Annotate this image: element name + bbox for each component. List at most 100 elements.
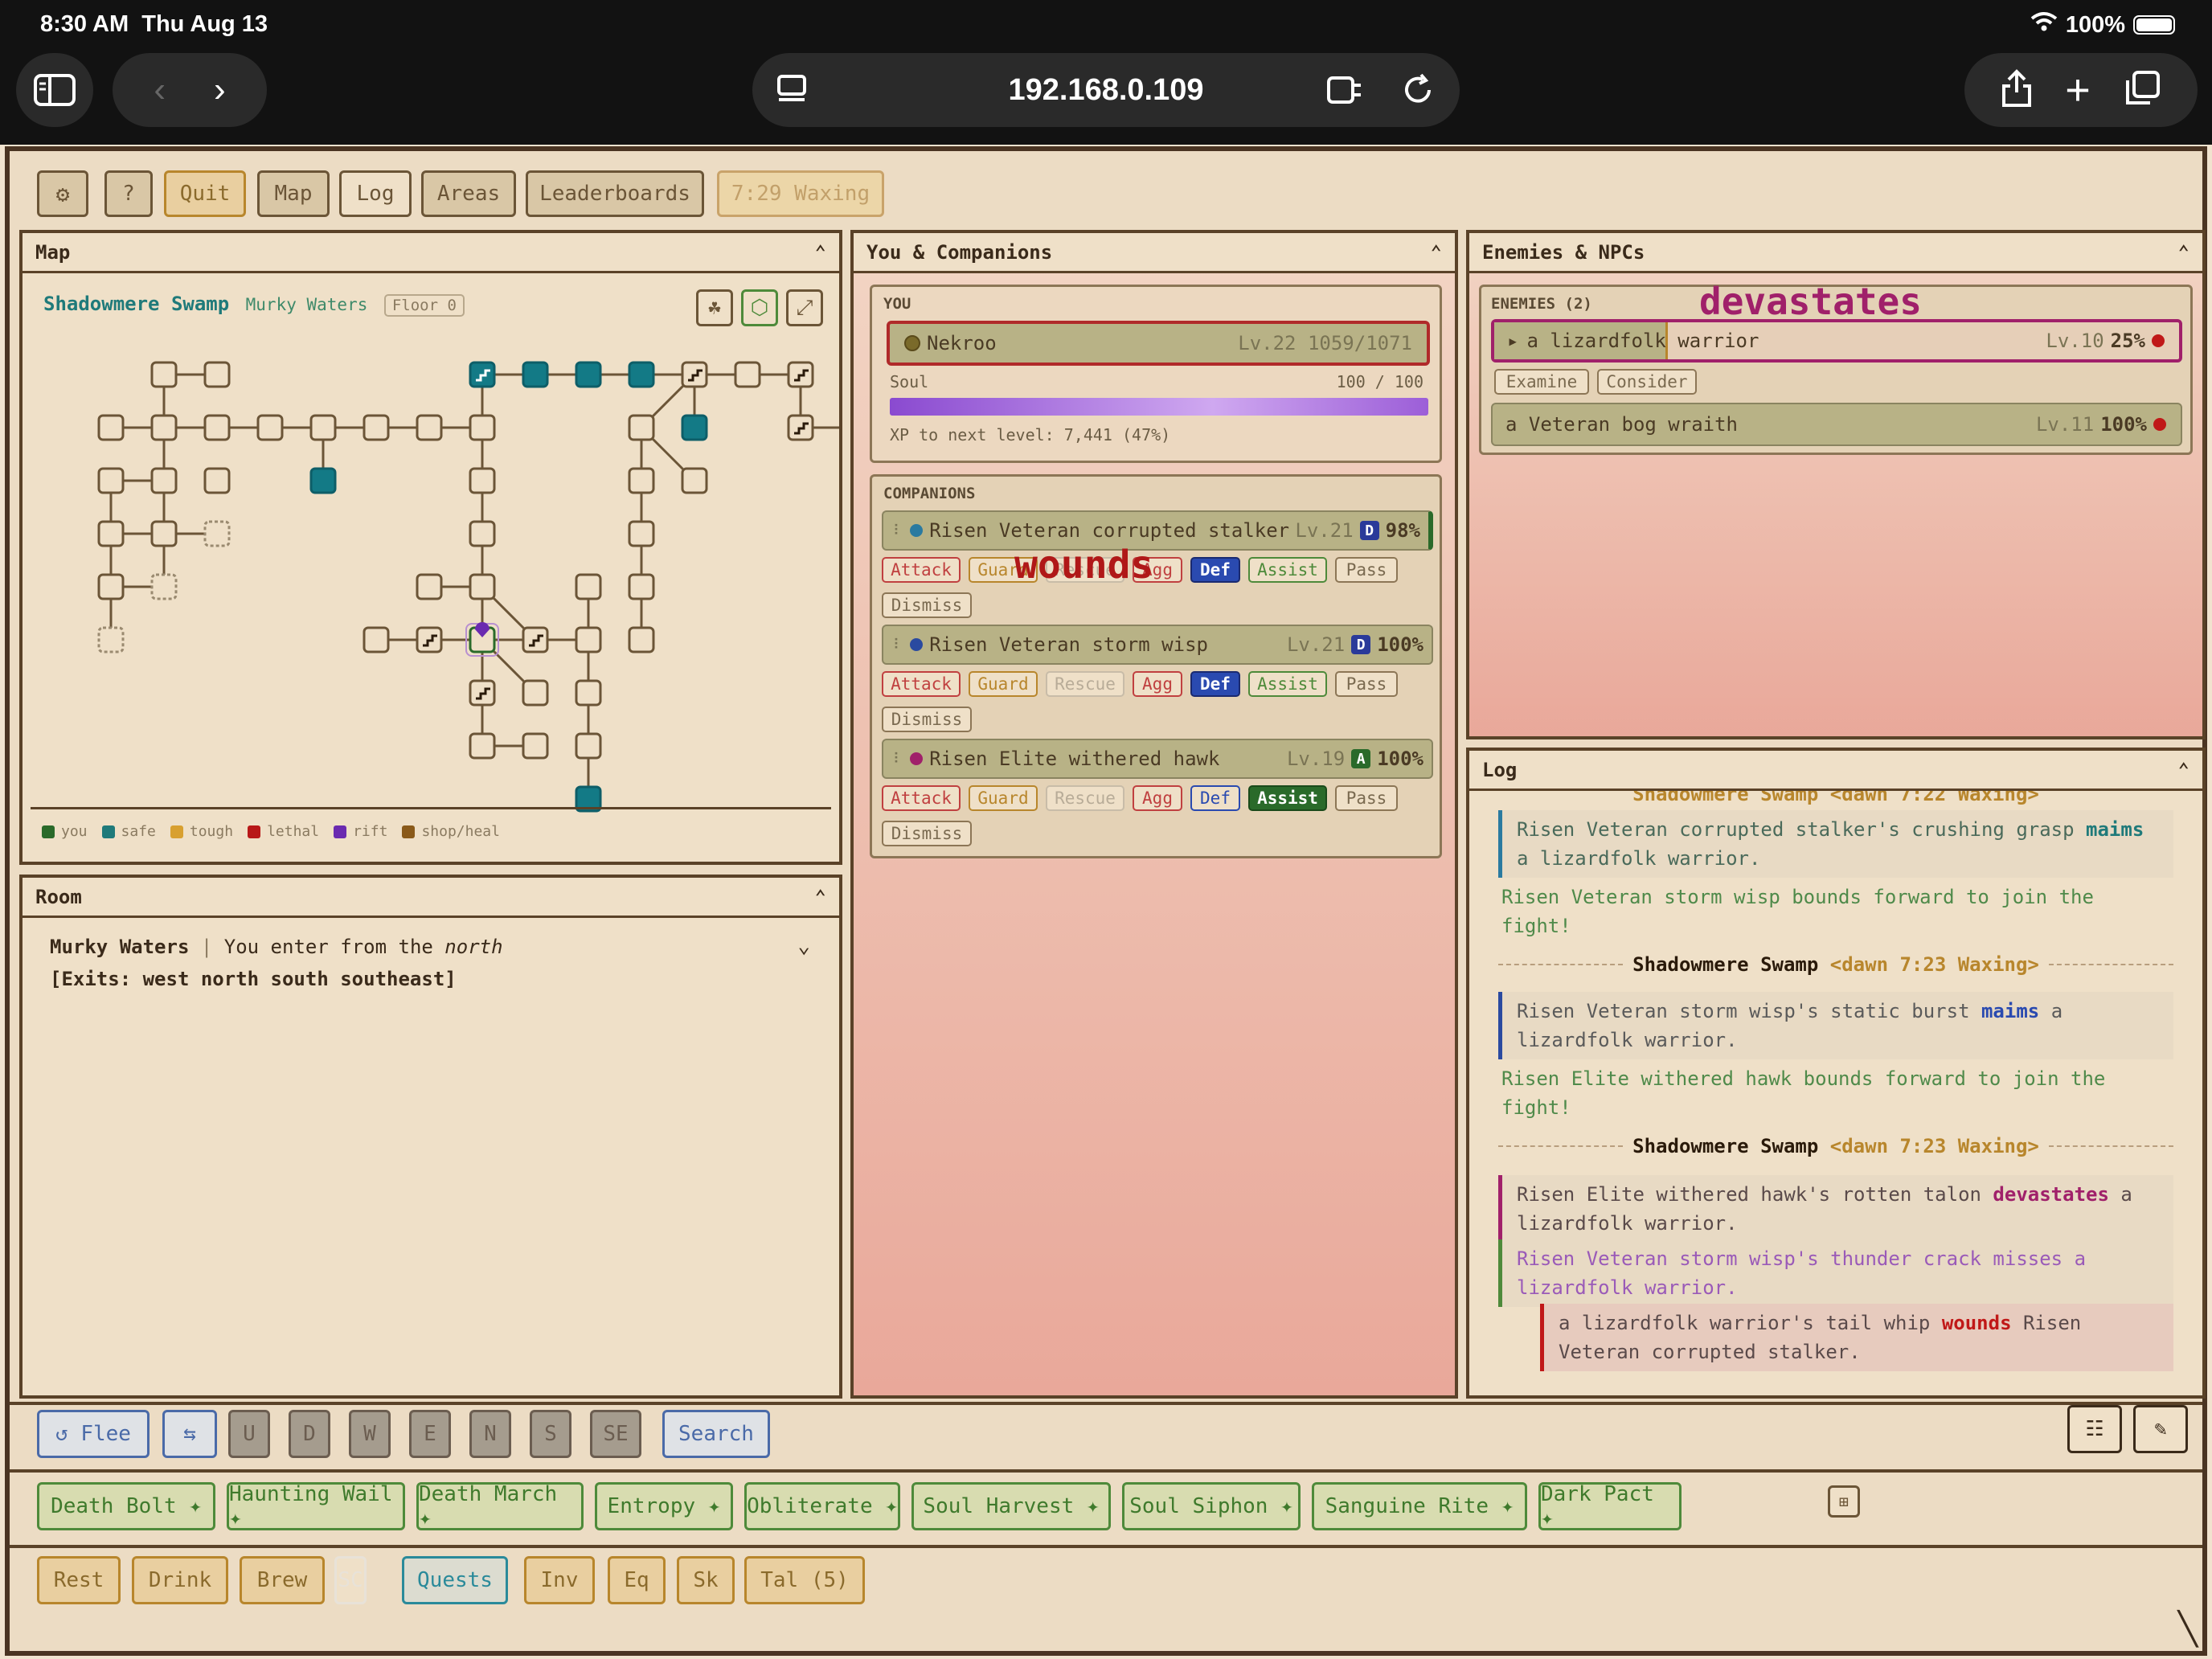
layout-grid-button[interactable]: ☷ (2067, 1405, 2122, 1453)
chevron-down-icon[interactable]: ⌄ (797, 934, 810, 958)
map-room[interactable] (97, 573, 125, 600)
skills-button[interactable]: Sk (677, 1556, 735, 1604)
drag-handle-icon[interactable]: ⠇ (893, 637, 903, 653)
map-room[interactable] (150, 361, 178, 388)
skill-button[interactable]: Death Bolt ✦ (37, 1482, 215, 1530)
companion-row[interactable]: ⠇ Risen Elite withered hawk Lv.19 A 100% (882, 739, 1433, 779)
skill-button[interactable]: Soul Harvest ✦ (911, 1482, 1111, 1530)
map-room[interactable] (575, 732, 602, 760)
reader-icon[interactable] (1326, 74, 1363, 110)
tabs-icon[interactable] (2123, 69, 2161, 112)
examine-button[interactable]: Examine (1494, 369, 1589, 395)
direction-u-button[interactable]: U (228, 1410, 270, 1458)
direction-d-button[interactable]: D (289, 1410, 330, 1458)
map-room[interactable] (734, 361, 761, 388)
enemies-panel-header[interactable]: Enemies & NPCs ⌃ (1469, 233, 2202, 273)
direction-n-button[interactable]: N (469, 1410, 511, 1458)
def-button[interactable]: Def (1190, 785, 1240, 811)
attack-button[interactable]: Attack (882, 785, 961, 811)
def-button[interactable]: Def (1190, 557, 1240, 583)
log-panel-header[interactable]: Log ⌃ (1469, 751, 2202, 791)
map-room[interactable] (522, 361, 549, 388)
sc-button[interactable]: SC (334, 1556, 367, 1604)
swap-button[interactable]: ⇆ (162, 1410, 217, 1458)
map-room[interactable] (97, 626, 125, 653)
map-room[interactable] (628, 626, 655, 653)
quests-button[interactable]: Quests (402, 1556, 508, 1604)
consider-button[interactable]: Consider (1597, 369, 1697, 395)
areas-button[interactable]: Areas (421, 170, 516, 217)
quit-button[interactable]: Quit (164, 170, 246, 217)
share-icon[interactable] (2001, 68, 2033, 113)
help-button[interactable]: ? (104, 170, 153, 217)
reload-icon[interactable] (1400, 72, 1436, 112)
map-room[interactable] (469, 467, 496, 494)
map-room[interactable] (363, 414, 390, 441)
direction-s-button[interactable]: S (530, 1410, 571, 1458)
companions-panel-header[interactable]: You & Companions ⌃ (854, 233, 1455, 273)
log-button[interactable]: Log (339, 170, 412, 217)
player-row[interactable]: Nekroo Lv.22 1059/1071 (887, 321, 1430, 366)
direction-se-button[interactable]: SE (590, 1410, 641, 1458)
map-room[interactable] (575, 573, 602, 600)
drink-button[interactable]: Drink (132, 1556, 228, 1604)
pass-button[interactable]: Pass (1335, 671, 1398, 697)
chevron-up-icon[interactable]: ⌃ (815, 886, 826, 908)
talents-button[interactable]: Tal (5) (744, 1556, 865, 1604)
room-panel-header[interactable]: Room ⌃ (23, 878, 839, 918)
map-room[interactable] (681, 467, 708, 494)
map-room[interactable] (469, 732, 496, 760)
skills-grid-button[interactable]: ⊞ (1828, 1485, 1860, 1518)
new-tab-icon[interactable]: + (2065, 65, 2091, 115)
map-room[interactable] (256, 414, 284, 441)
map-room[interactable] (97, 520, 125, 547)
tab-overview-icon[interactable] (776, 74, 807, 110)
skill-button[interactable]: Haunting Wail ✦ (227, 1482, 405, 1530)
chevron-up-icon[interactable]: ⌃ (2178, 241, 2189, 264)
map-room[interactable] (469, 573, 496, 600)
sidebar-toggle-button[interactable] (16, 53, 93, 127)
leaderboards-button[interactable]: Leaderboards (526, 170, 704, 217)
map-room[interactable] (628, 361, 655, 388)
map-room[interactable] (97, 414, 125, 441)
map-room[interactable] (575, 361, 602, 388)
map-room[interactable] (150, 467, 178, 494)
map-room[interactable] (203, 520, 231, 547)
forward-icon[interactable]: › (214, 70, 226, 110)
map-room[interactable] (309, 467, 337, 494)
def-button[interactable]: Def (1190, 671, 1240, 697)
attack-button[interactable]: Attack (882, 671, 961, 697)
enemy-row[interactable]: ▸ a lizardfolk warrior Lv.10 25% (1491, 319, 2182, 363)
rest-button[interactable]: Rest (37, 1556, 121, 1604)
map-room[interactable] (203, 361, 231, 388)
dismiss-button[interactable]: Dismiss (882, 707, 972, 732)
skill-button[interactable]: Death March ✦ (416, 1482, 584, 1530)
map-grid[interactable] (23, 330, 839, 828)
edit-button[interactable]: ✎ (2133, 1405, 2188, 1453)
map-room[interactable] (469, 414, 496, 441)
map-expand-button[interactable]: ⤢ (786, 289, 823, 326)
map-room[interactable] (628, 573, 655, 600)
map-room[interactable] (416, 414, 443, 441)
skill-button[interactable]: Obliterate ✦ (744, 1482, 900, 1530)
map-room[interactable] (681, 414, 708, 441)
equipment-button[interactable]: Eq (608, 1556, 666, 1604)
inventory-button[interactable]: Inv (524, 1556, 595, 1604)
guard-button[interactable]: Guard (969, 671, 1038, 697)
clock-button[interactable]: 7:29 Waxing (717, 170, 884, 217)
resize-handle-icon[interactable]: ╲ (2178, 1611, 2198, 1648)
map-room[interactable] (203, 467, 231, 494)
companion-row[interactable]: ⠇ Risen Veteran storm wisp Lv.21 D 100% (882, 625, 1433, 665)
chevron-up-icon[interactable]: ⌃ (815, 241, 826, 264)
direction-e-button[interactable]: E (409, 1410, 451, 1458)
drag-handle-icon[interactable]: ⠇ (893, 751, 903, 768)
assist-button[interactable]: Assist (1248, 557, 1327, 583)
map-room[interactable] (628, 467, 655, 494)
map-room[interactable] (628, 520, 655, 547)
guard-button[interactable]: Guard (969, 785, 1038, 811)
assist-button[interactable]: Assist (1248, 671, 1327, 697)
map-room[interactable] (469, 520, 496, 547)
map-room[interactable] (150, 573, 178, 600)
map-room[interactable] (150, 520, 178, 547)
search-button[interactable]: Search (662, 1410, 770, 1458)
